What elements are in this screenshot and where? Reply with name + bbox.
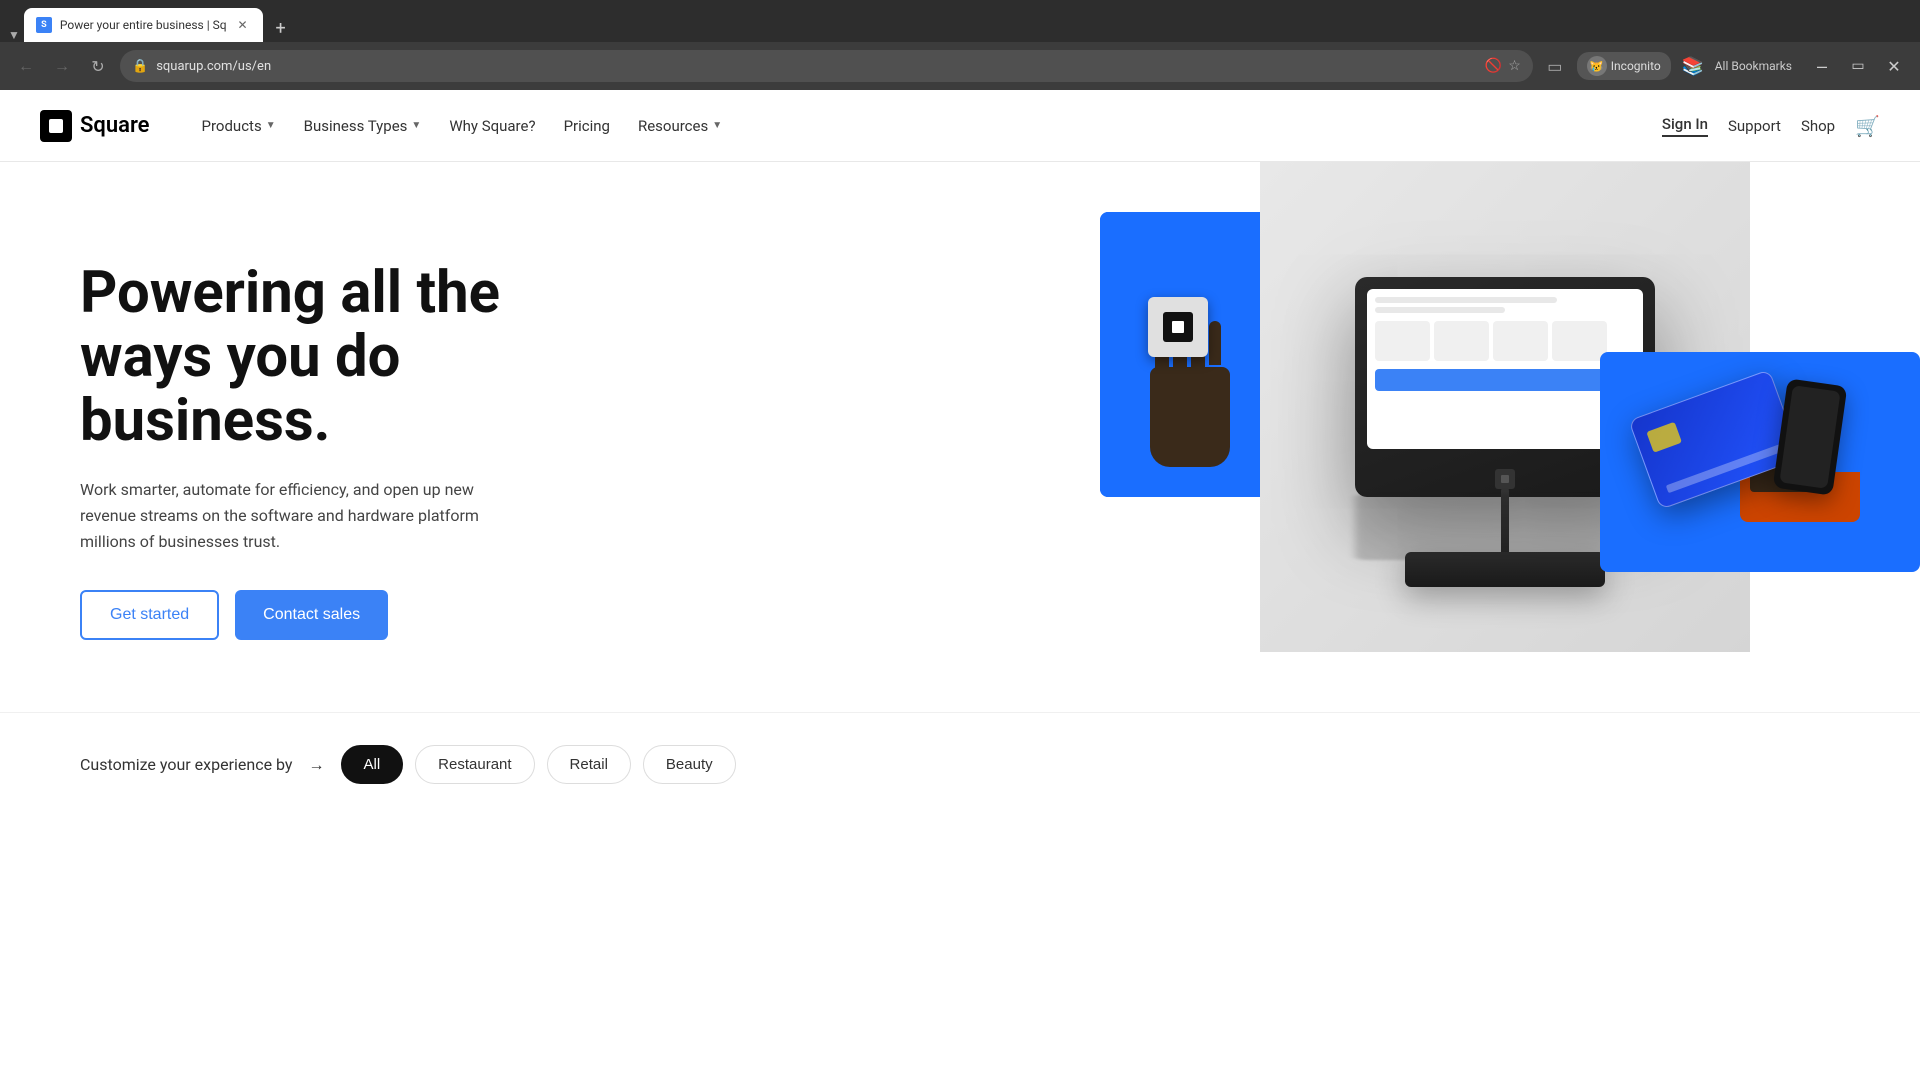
nav-item-products[interactable]: Products ▼ <box>190 109 288 143</box>
filter-pill-restaurant[interactable]: Restaurant <box>415 745 534 784</box>
new-tab-button[interactable]: + <box>267 14 295 42</box>
hero-content: Powering all the ways you do business. W… <box>80 242 600 640</box>
filter-pill-all[interactable]: All <box>341 745 404 784</box>
minimize-button[interactable]: ‒ <box>1808 52 1836 80</box>
filter-label: Customize your experience by <box>80 755 293 774</box>
contact-sales-button[interactable]: Contact sales <box>235 590 388 640</box>
maximize-button[interactable]: ▭ <box>1844 52 1872 80</box>
browser-tabs: ▼ S Power your entire business | Sq ✕ + <box>0 0 1920 42</box>
hero-title: Powering all the ways you do business. <box>80 262 600 453</box>
split-view-button[interactable]: ▭ <box>1541 52 1569 80</box>
bookmark-icon[interactable]: ☆ <box>1508 58 1521 74</box>
incognito-badge: 😿 Incognito <box>1577 52 1671 80</box>
back-button[interactable]: ← <box>12 52 40 80</box>
logo-icon <box>40 110 72 142</box>
filter-pill-beauty[interactable]: Beauty <box>643 745 736 784</box>
filter-arrow: → <box>309 755 325 775</box>
address-bar[interactable]: 🔒 squarup.com/us/en 🚫 ☆ <box>120 50 1533 82</box>
forward-button[interactable]: → <box>48 52 76 80</box>
nav-links: Products ▼ Business Types ▼ Why Square? … <box>190 109 1662 143</box>
filter-section: Customize your experience by → All Resta… <box>0 712 1920 816</box>
tab-title: Power your entire business | Sq <box>60 18 227 32</box>
logo-text: Square <box>80 113 150 138</box>
logo-inner-square <box>49 119 63 133</box>
tab-close-button[interactable]: ✕ <box>235 17 251 33</box>
tab-favicon: S <box>36 17 52 33</box>
logo[interactable]: Square <box>40 110 150 142</box>
filter-pill-retail[interactable]: Retail <box>547 745 631 784</box>
browser-chrome: ▼ S Power your entire business | Sq ✕ + … <box>0 0 1920 90</box>
hand-illustration <box>1130 287 1250 467</box>
hero-section: Powering all the ways you do business. W… <box>0 162 1920 712</box>
tab-group-arrow[interactable]: ▼ <box>8 28 20 42</box>
nav-right: Sign In Support Shop 🛒 <box>1662 114 1880 138</box>
filter-pills: All Restaurant Retail Beauty <box>341 745 736 784</box>
address-bar-icons: 🚫 ☆ <box>1485 58 1521 74</box>
active-tab[interactable]: S Power your entire business | Sq ✕ <box>24 8 263 42</box>
hero-buttons: Get started Contact sales <box>80 590 600 640</box>
square-reader <box>1148 297 1208 357</box>
cart-icon[interactable]: 🛒 <box>1855 114 1880 138</box>
browser-toolbar: ← → ↻ 🔒 squarup.com/us/en 🚫 ☆ ▭ 😿 Incogn… <box>0 42 1920 90</box>
chevron-down-icon: ▼ <box>266 120 276 131</box>
close-window-button[interactable]: ✕ <box>1880 52 1908 80</box>
website-content: Square Products ▼ Business Types ▼ Why S… <box>0 90 1920 816</box>
chevron-down-icon: ▼ <box>712 120 722 131</box>
card-scene <box>1600 352 1920 572</box>
incognito-icon: 😿 <box>1587 56 1607 76</box>
chevron-down-icon: ▼ <box>411 120 421 131</box>
shop-link[interactable]: Shop <box>1801 117 1835 135</box>
all-bookmarks-label: All Bookmarks <box>1715 59 1792 73</box>
url-display: squarup.com/us/en <box>156 59 1477 74</box>
main-nav: Square Products ▼ Business Types ▼ Why S… <box>0 90 1920 162</box>
nav-item-business-types[interactable]: Business Types ▼ <box>292 109 434 143</box>
sign-in-link[interactable]: Sign In <box>1662 115 1708 137</box>
incognito-label: Incognito <box>1611 59 1661 73</box>
support-link[interactable]: Support <box>1728 117 1781 135</box>
hero-image-card <box>1600 352 1920 572</box>
nav-item-why-square[interactable]: Why Square? <box>437 109 547 143</box>
get-started-button[interactable]: Get started <box>80 590 219 640</box>
eye-slash-icon: 🚫 <box>1485 58 1502 74</box>
bookmarks-button[interactable]: 📚 <box>1679 52 1707 80</box>
nav-item-resources[interactable]: Resources ▼ <box>626 109 734 143</box>
hero-images <box>1100 162 1920 712</box>
refresh-button[interactable]: ↻ <box>84 52 112 80</box>
nav-item-pricing[interactable]: Pricing <box>552 109 622 143</box>
hero-subtitle: Work smarter, automate for efficiency, a… <box>80 477 520 554</box>
